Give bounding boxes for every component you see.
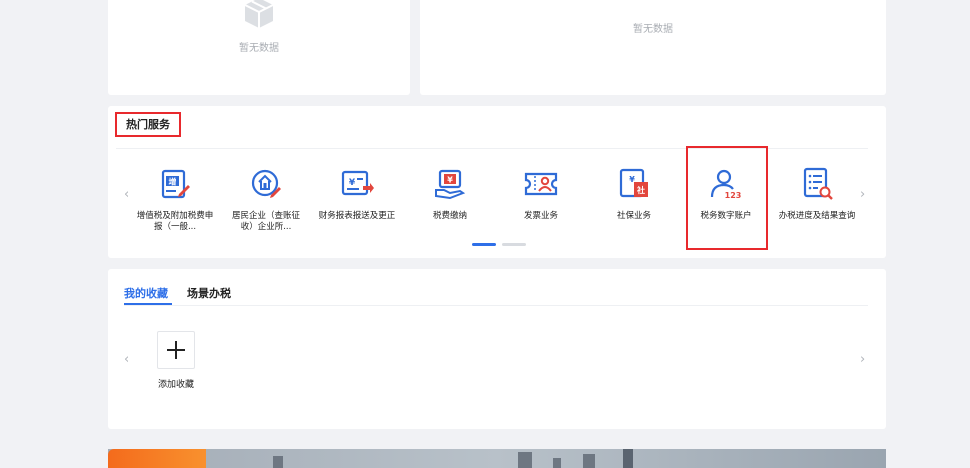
svg-text:增: 增 (169, 177, 177, 187)
building-decoration (518, 452, 532, 468)
building-decoration (623, 449, 633, 468)
hot-services-panel: 热门服务 ‹ › 增 增值税及附加税费申报（一般... 居民企业（查账征收）企业… (108, 106, 886, 258)
carousel-next-icon[interactable]: › (860, 187, 865, 202)
tax-payment-icon: ¥ (435, 169, 466, 200)
tab-scenario-tax[interactable]: 场景办税 (187, 285, 231, 301)
empty-panel-right: 暂无数据 (420, 0, 886, 95)
invoice-icon (524, 172, 558, 196)
service-tax-payment[interactable]: ¥ 税费缴纳 (410, 164, 490, 222)
service-vat-declare[interactable]: 增 增值税及附加税费申报（一般... (135, 164, 215, 233)
service-invoice[interactable]: 发票业务 (501, 164, 581, 222)
service-label: 财务报表报送及更正 (318, 211, 396, 221)
empty-panel-left: 暂无数据 (108, 0, 410, 95)
service-label: 增值税及附加税费申报（一般... (136, 211, 214, 232)
empty-box-icon (640, 0, 666, 4)
hot-services-title: 热门服务 (115, 112, 181, 137)
building-decoration (273, 456, 283, 468)
service-label: 办税进度及结果查询 (778, 211, 856, 221)
social-security-icon: ¥ 社 (619, 168, 648, 198)
tab-my-favorites[interactable]: 我的收藏 (124, 285, 168, 301)
enterprise-income-icon (251, 169, 281, 198)
service-label: 居民企业（查账征收）企业所... (231, 211, 300, 232)
progress-query-icon (803, 167, 833, 200)
empty-text: 暂无数据 (633, 24, 673, 35)
banner-badge (108, 449, 206, 468)
building-decoration (583, 454, 595, 468)
active-tab-indicator (124, 303, 172, 305)
service-label: 税费缴纳 (432, 211, 467, 221)
favorites-next-icon[interactable]: › (860, 352, 865, 367)
service-social-security[interactable]: ¥ 社 社保业务 (594, 164, 674, 222)
building-decoration (553, 458, 561, 468)
service-enterprise-income[interactable]: 居民企业（查账征收）企业所... (226, 164, 306, 233)
financial-report-icon: ¥ (341, 170, 374, 196)
add-favorite-button[interactable] (157, 331, 195, 369)
service-label: 发票业务 (523, 211, 558, 221)
favorites-panel: 我的收藏 场景办税 ‹ › 添加收藏 (108, 269, 886, 429)
empty-box-icon (244, 0, 274, 28)
empty-text: 暂无数据 (239, 43, 279, 54)
svg-text:¥: ¥ (447, 176, 453, 185)
add-favorite-label: 添加收藏 (157, 380, 194, 390)
promo-banner[interactable] (108, 449, 886, 468)
service-label: 社保业务 (616, 211, 651, 221)
plus-icon (175, 341, 177, 359)
highlight-box (686, 146, 768, 250)
svg-text:¥: ¥ (349, 178, 356, 188)
pagination-dot-active[interactable] (472, 243, 496, 246)
carousel-prev-icon[interactable]: ‹ (124, 187, 129, 202)
vat-declare-icon: 增 (161, 169, 190, 199)
divider (124, 305, 868, 306)
svg-text:社: 社 (636, 185, 645, 195)
pagination-dot[interactable] (502, 243, 526, 246)
favorites-prev-icon[interactable]: ‹ (124, 352, 129, 367)
service-progress-query[interactable]: 办税进度及结果查询 (777, 164, 857, 222)
service-financial-report[interactable]: ¥ 财务报表报送及更正 (317, 164, 397, 222)
